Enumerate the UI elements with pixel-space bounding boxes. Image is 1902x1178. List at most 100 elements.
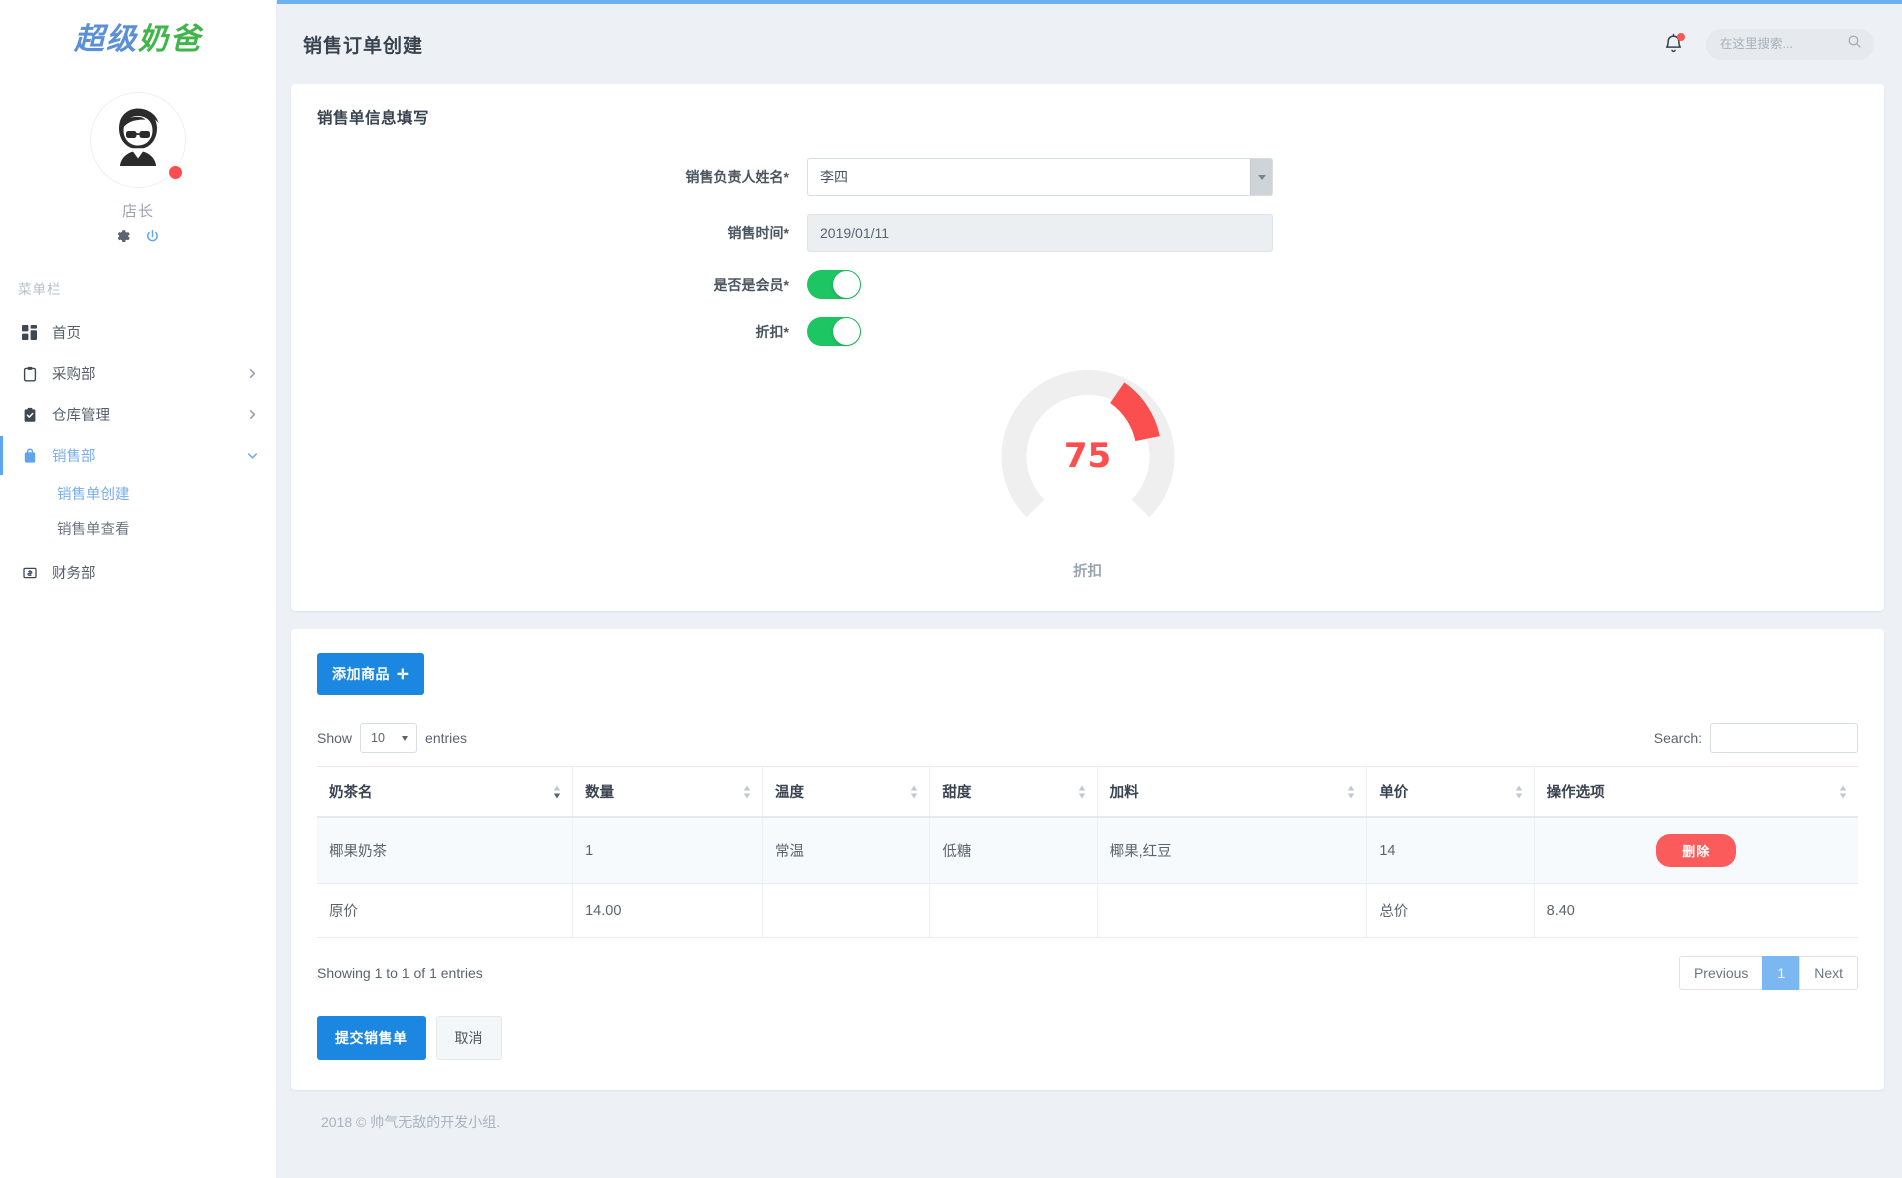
sort-icon [1838,785,1848,799]
chevron-down-icon[interactable] [1250,159,1272,195]
column-header-toppings[interactable]: 加料 [1096,766,1367,818]
add-product-label: 添加商品 [332,666,390,682]
menu-heading: 菜单栏 [18,282,62,297]
table-info: Showing 1 to 1 of 1 entries [317,965,483,981]
gear-icon[interactable] [116,229,131,244]
brand-logo[interactable]: 超级奶爸 [0,0,276,72]
salesperson-select-value: 李四 [820,169,848,185]
brand-text-part1: 超级 [74,22,138,57]
sidebar-subitem-view-order[interactable]: 销售单查看 [0,511,276,546]
sidebar-subitem-create-order[interactable]: 销售单创建 [0,476,276,511]
column-header-name[interactable]: 奶茶名 [317,766,573,818]
salesperson-select[interactable]: 李四 [807,158,1273,196]
pagination-next[interactable]: Next [1799,956,1858,990]
column-header-temperature[interactable]: 温度 [762,766,930,818]
global-search[interactable] [1706,28,1874,60]
status-indicator [169,166,182,179]
power-icon[interactable] [145,229,160,244]
sidebar-item-label: 财务部 [52,566,96,582]
sidebar-item-label: 销售部 [52,449,96,465]
field-control [807,317,1273,346]
table-search-input[interactable] [1710,723,1858,753]
sidebar-subitem-label: 销售单创建 [57,487,130,503]
products-card: 添加商品 ✛ Show 10 entries Search: 奶茶名 数量 温度… [291,629,1884,1090]
sidebar-item-purchasing[interactable]: 采购部 [0,353,276,394]
sidebar-item-finance[interactable]: 财务部 [0,552,276,593]
chevron-down-icon [402,736,409,741]
column-header-unitprice[interactable]: 单价 [1366,766,1535,818]
discount-toggle[interactable] [807,317,861,346]
page-length-value: 10 [371,731,385,745]
content-area: 销售单信息填写 销售负责人姓名* 李四 销售时间* 2019/01/11 是否是… [277,84,1902,1178]
search-input[interactable] [1718,36,1841,52]
cell-empty [929,883,1098,938]
toggle-knob [833,318,860,345]
sort-icon [1514,785,1524,799]
form-row-member: 是否是会员* [317,270,1858,299]
notification-dot [1677,32,1685,41]
sale-date-input[interactable]: 2019/01/11 [807,214,1273,252]
sidebar-item-label: 首页 [52,326,81,342]
cell-empty [762,883,930,938]
table-header-row: 奶茶名 数量 温度 甜度 加料 单价 操作选项 [317,766,1858,818]
cell-empty [1096,883,1367,938]
pagination-page-1[interactable]: 1 [1762,956,1801,990]
footer-text: 2018 © 帅气无敌的开发小组. [321,1114,501,1130]
sale-date-value: 2019/01/11 [820,225,890,241]
form-row-saletime: 销售时间* 2019/01/11 [317,214,1858,252]
search-icon[interactable] [1847,34,1862,54]
sidebar-item-sales[interactable]: 销售部 [0,435,276,476]
sort-icon [909,785,919,799]
sidebar-item-label: 采购部 [52,367,96,383]
table-row: 椰果奶茶 1 常温 低糖 椰果,红豆 14 删除 [317,817,1858,884]
gauge-value: 75 [1063,436,1112,476]
sidebar-item-home[interactable]: 首页 [0,312,276,353]
page-length-select[interactable]: 10 [360,723,418,753]
avatar-icon [119,108,159,166]
sidebar-item-label: 仓库管理 [52,408,110,424]
table-controls: Show 10 entries Search: [317,723,1858,753]
column-header-quantity[interactable]: 数量 [572,766,763,818]
cell-quantity: 1 [572,817,763,884]
submit-order-button[interactable]: 提交销售单 [317,1016,426,1060]
field-label: 销售负责人姓名* [685,169,789,185]
cell-name: 椰果奶茶 [317,817,573,884]
add-product-button[interactable]: 添加商品 ✛ [317,653,425,695]
avatar[interactable] [90,92,186,188]
money-icon [22,565,52,581]
page-length-label-after: entries [425,730,468,746]
sidebar-item-warehouse[interactable]: 仓库管理 [0,394,276,435]
delete-row-button[interactable]: 删除 [1656,834,1737,867]
chevron-right-icon [247,409,258,420]
table-footer: Showing 1 to 1 of 1 entries Previous 1 N… [317,956,1858,990]
cell-actions: 删除 [1533,817,1858,884]
field-control: 2019/01/11 [807,214,1273,252]
topbar-right [1663,28,1874,60]
column-header-label: 温度 [775,785,805,801]
cancel-button[interactable]: 取消 [435,1016,502,1060]
column-header-label: 甜度 [942,785,972,801]
pagination-previous[interactable]: Previous [1678,956,1764,990]
table-head: 奶茶名 数量 温度 甜度 加料 单价 操作选项 [317,766,1858,818]
cell-original-price-label: 原价 [317,883,573,938]
briefcase-icon [22,447,52,464]
field-label: 销售时间* [727,225,789,241]
pagination: Previous 1 Next [1678,956,1858,990]
cell-total-label: 总价 [1366,883,1535,938]
field-label: 折扣* [755,323,789,340]
cell-original-price-value: 14.00 [572,883,763,938]
form-actions: 提交销售单 取消 [317,1016,1858,1060]
main-area: 销售订单创建 在这里搜索... 销售单信息填写 销售负责人姓名* 李四 销售时间… [277,0,1902,1178]
column-header-sweetness[interactable]: 甜度 [929,766,1098,818]
column-header-label: 加料 [1109,785,1139,801]
chevron-down-icon [247,450,258,461]
cell-temperature: 常温 [762,817,930,884]
bell-icon[interactable] [1663,32,1685,56]
member-toggle[interactable] [807,270,861,299]
field-control [807,270,1273,299]
form-row-salesperson: 销售负责人姓名* 李四 [317,158,1858,196]
dashboard-icon [22,324,52,341]
discount-knob[interactable]: 75 [1000,368,1176,544]
page-length-label-before: Show [317,730,353,746]
column-header-actions[interactable]: 操作选项 [1533,766,1858,818]
